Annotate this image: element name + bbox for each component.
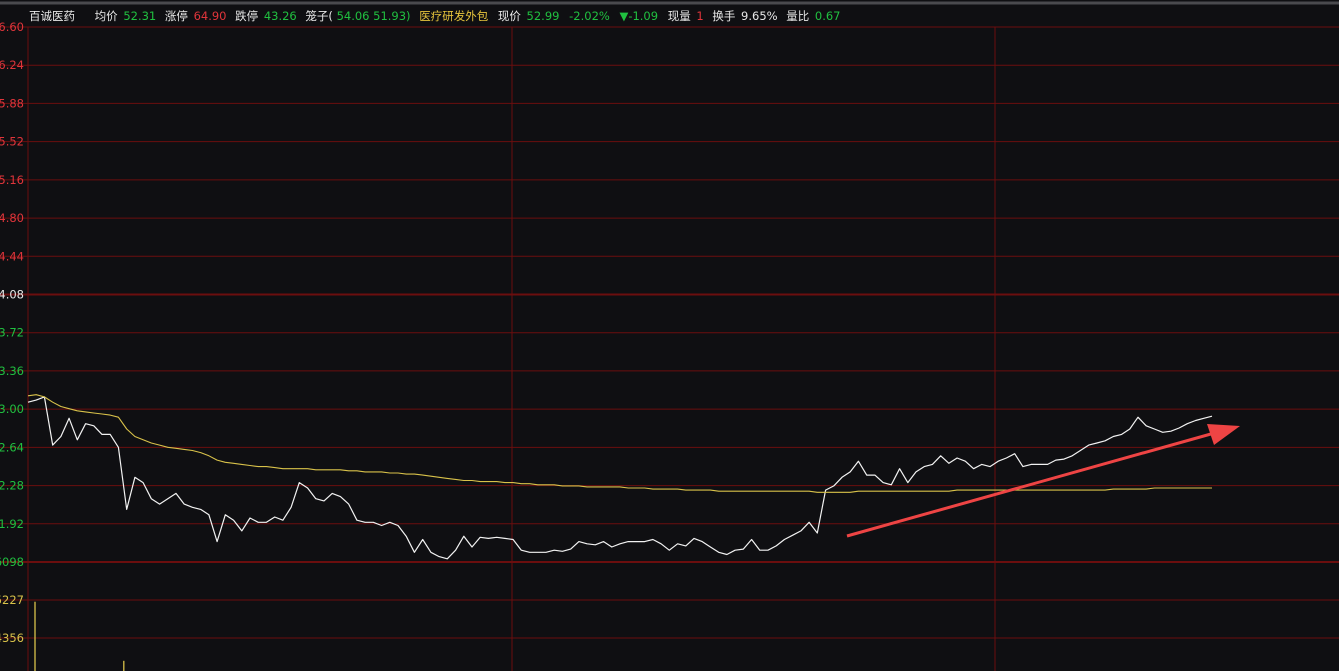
chart-background [0,0,1339,671]
cage-value: 54.06 51.93) [337,9,411,23]
volume-tick-label: 4356 [0,631,24,645]
y-tick-label: 2.28 [0,479,24,493]
y-tick-label: 4.80 [0,211,24,225]
cage-label: 笼子( [305,9,333,23]
y-tick-label: 1.6098 [0,555,24,569]
y-tick-label: 3.36 [0,364,24,378]
y-tick-label: 1.92 [0,517,24,531]
current-price-label: 现价 [498,9,521,23]
y-tick-label: 5.52 [0,135,24,149]
current-price-value: 52.99 [527,9,560,23]
sector-label[interactable]: 医疗研发外包 [419,9,488,23]
stock-name: 百诚医药 [29,9,75,23]
volume-tick-label: 5227 [0,593,24,607]
limit-up-value: 64.90 [194,9,227,23]
change-amount: ▼-1.09 [619,9,658,23]
y-tick-label: 4.44 [0,249,24,263]
y-tick-label: 6.24 [0,58,24,72]
y-tick-label: 3.00 [0,402,24,416]
limit-down-value: 43.26 [264,9,297,23]
y-tick-label: 2.64 [0,440,24,454]
avg-price-label: 均价 [95,9,118,23]
limit-down-label: 跌停 [235,9,258,23]
avg-price-value: 52.31 [123,9,156,23]
y-tick-label: 4.08 [0,288,24,302]
turnover-value: 9.65% [741,9,778,23]
current-volume-label: 现量 [668,9,691,23]
volume-ratio-value: 0.67 [815,9,841,23]
y-tick-label: 3.72 [0,326,24,340]
volume-ratio-label: 量比 [786,9,809,23]
y-tick-label: 5.16 [0,173,24,187]
y-tick-label: 6.60 [0,20,24,34]
limit-up-label: 涨停 [165,9,188,23]
current-volume-value: 1 [696,9,703,23]
info-bar: 百诚医药 均价 52.31 涨停 64.90 跌停 43.26 笼子( 54.0… [29,9,841,23]
y-tick-label: 5.88 [0,96,24,110]
intraday-chart: 6.60 6.24 5.88 5.52 5.16 4.80 4.44 4.08 3.72 3.36… [0,0,1339,671]
change-percent: -2.02% [569,9,610,23]
turnover-label: 换手 [712,9,735,23]
